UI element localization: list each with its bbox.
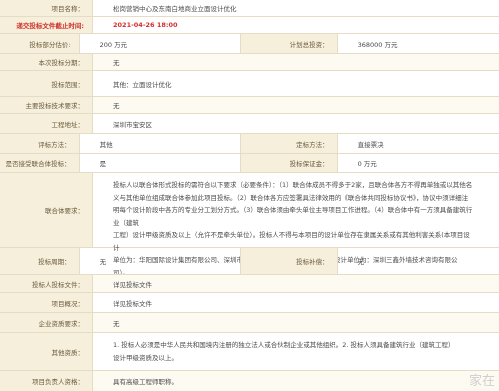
bid-bond-value: 0 万元 [357,160,377,168]
row-evaluation: 评标方法： 其他 定标方法： 直接票决 [0,134,499,154]
row-bid-doc: 投标人投标文件： 详见投标文件 [0,275,499,293]
other-req-line: 1. 投标人必须是中华人民共和国境内注册的独立法人或合伙制企业或其他组织。2. … [113,341,455,349]
overview-value: 详见投标文件 [93,293,499,312]
location-label: 工程地址： [0,114,93,133]
deadline-label: 递交投标文件截止时间: [0,17,93,33]
bid-doc-label: 投标人投标文件： [0,275,93,292]
row-overview: 项目概况： 详见投标文件 [0,293,499,313]
row-consortium: 是否接受联合体投标： 是 投标保证金： 0 万元 [0,154,499,173]
divided-label: 本次投标分期： [0,54,93,70]
divided-value: 无 [93,54,499,70]
tech-req-label: 主要投标技术要求： [0,97,93,113]
scope-value: 其他：立面设计优化 [93,71,499,96]
project-name-label: 项目名称： [0,0,93,16]
overview-label: 项目概况： [0,293,93,312]
row-consortium-req: 联合体要求： 投标人以联合体形式投标的需符合以下要求（必要条件）：（1）联合体成… [0,173,499,277]
row-qualification: 企业资质要求： 无 [0,313,499,333]
consortium-req-line: 投标人以联合体形式投标的需符合以下要求（必要条件）：（1）联合体成员不得多于2家… [113,181,473,189]
row-location: 工程地址： 深圳市宝安区 [0,114,499,134]
consortium-value: 是 [99,160,107,168]
award-method-value: 直接票决 [357,140,384,149]
evaluation-value: 其他 [99,140,113,149]
estimate-value: 200 万元 [99,40,128,49]
period-value: 无 [99,258,107,266]
compensation-value: 无 [357,258,365,266]
qualification-label: 企业资质要求： [0,313,93,332]
consortium-split: 是 投标保证金： 0 万元 [80,154,499,172]
watermark-logo: 家在 [468,374,495,389]
tech-req-value: 无 [93,97,499,113]
award-method-label: 定标方法： [239,134,338,153]
evaluation-split: 其他 定标方法： 直接票决 [80,134,499,153]
estimate-split: 200 万元 计划总投资： 368000 万元 [80,34,499,53]
deadline-value: 2021-04-26 18:00 [93,17,499,33]
row-scope: 投标范围： 其他：立面设计优化 [0,71,499,97]
consortium-label: 是否接受联合体投标： [0,154,80,172]
evaluation-label: 评标方法： [0,134,80,153]
bid-bond-label: 投标保证金： [239,154,338,172]
estimate-label: 投标部分估价: [0,34,80,53]
row-other-req: 其他资质： 1. 投标人必须是中华人民共和国境内注册的独立法人或合伙制企业或其他… [0,333,499,371]
row-project-name: 项目名称： 松岗营销中心及东南白地商业立面设计优化 [0,0,499,17]
scope-label: 投标范围： [0,71,93,96]
total-investment-label: 计划总投资： [239,34,338,53]
other-req-text: 1. 投标人必须是中华人民共和国境内注册的独立法人或合伙制企业或其他组织。2. … [93,333,499,370]
bid-doc-value: 详见投标文件 [93,275,499,292]
consortium-req-label: 联合体要求： [0,173,93,247]
project-name-value: 松岗营销中心及东南白地商业立面设计优化 [93,0,499,16]
manager-value: 具有高级工程师职称。 [93,371,499,391]
row-estimate: 投标部分估价: 200 万元 计划总投资： 368000 万元 [0,34,499,54]
row-manager: 项目负责人资格： 具有高级工程师职称。 [0,371,499,391]
consortium-req-text: 投标人以联合体形式投标的需符合以下要求（必要条件）：（1）联合体成员不得多于2家… [93,173,499,277]
row-tech-req: 主要投标技术要求： 无 [0,97,499,114]
consortium-req-line: 明每个设计阶段中各方的专业分工划分方式。（3）联合体须由牵头单位主导项目工作进程… [113,206,473,227]
row-divided: 本次投标分期： 无 [0,54,499,71]
other-req-line: 设计甲级资质及以上。 [113,353,178,362]
qualification-value: 无 [93,313,499,332]
total-investment-value: 368000 万元 [357,40,398,49]
compensation-label: 投标补偿： [239,248,338,274]
location-value: 深圳市宝安区 [93,114,499,133]
row-period: 投标周期： 无 投标补偿： 无 [0,248,499,275]
period-split: 无 投标补偿： 无 [80,248,499,274]
period-label: 投标周期： [0,248,80,274]
manager-label: 项目负责人资格： [0,371,93,391]
row-deadline: 递交投标文件截止时间: 2021-04-26 18:00 [0,17,499,34]
other-req-label: 其他资质： [0,333,93,370]
consortium-req-line: 义与其他单位组成联合体参加此项目投标。（2）联合体各方应签署具法律效用的《联合体… [113,193,469,202]
